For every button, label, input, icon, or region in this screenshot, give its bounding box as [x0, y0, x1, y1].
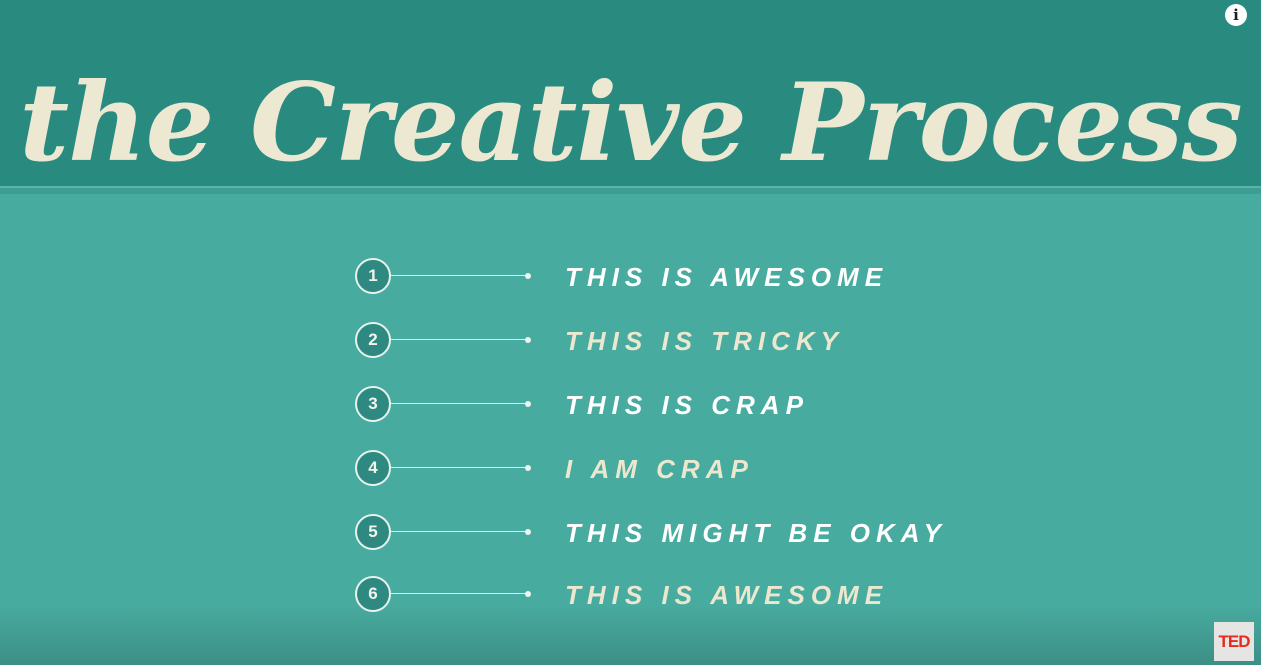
- step-3: 3 THIS IS CRAP: [355, 386, 975, 424]
- step-2: 2 THIS IS TRICKY: [355, 322, 975, 360]
- step-connector-dot: [525, 401, 531, 407]
- step-label: THIS IS AWESOME: [565, 262, 889, 292]
- step-connector-line: [391, 403, 527, 404]
- step-label: THIS IS TRICKY: [565, 326, 845, 356]
- step-number-badge: 4: [355, 450, 391, 486]
- slide-title: the Creative Process: [19, 60, 1242, 186]
- step-connector-dot: [525, 591, 531, 597]
- step-5: 5 THIS MIGHT BE OKAY: [355, 514, 975, 552]
- step-connector-line: [391, 531, 527, 532]
- step-6: 6 THIS IS AWESOME: [355, 576, 975, 614]
- step-connector-dot: [525, 337, 531, 343]
- step-number-badge: 3: [355, 386, 391, 422]
- step-number-badge: 1: [355, 258, 391, 294]
- step-connector-line: [391, 275, 527, 276]
- step-number-badge: 6: [355, 576, 391, 612]
- step-connector-line: [391, 339, 527, 340]
- step-label: THIS IS AWESOME: [565, 580, 889, 610]
- step-1: 1 THIS IS AWESOME: [355, 258, 975, 296]
- step-connector-dot: [525, 465, 531, 471]
- ted-logo[interactable]: TED: [1214, 622, 1254, 661]
- step-4: 4 I AM CRAP: [355, 450, 975, 488]
- step-connector-dot: [525, 529, 531, 535]
- step-number-badge: 5: [355, 514, 391, 550]
- step-connector-dot: [525, 273, 531, 279]
- step-number-badge: 2: [355, 322, 391, 358]
- bottom-shadow: [0, 605, 1261, 665]
- step-label: THIS IS CRAP: [565, 390, 809, 420]
- step-label: THIS MIGHT BE OKAY: [565, 518, 947, 548]
- step-connector-line: [391, 593, 527, 594]
- step-label: I AM CRAP: [565, 454, 754, 484]
- video-frame: the Creative Process 1 THIS IS AWESOME 2…: [0, 0, 1261, 665]
- info-icon[interactable]: i: [1225, 4, 1247, 26]
- step-connector-line: [391, 467, 527, 468]
